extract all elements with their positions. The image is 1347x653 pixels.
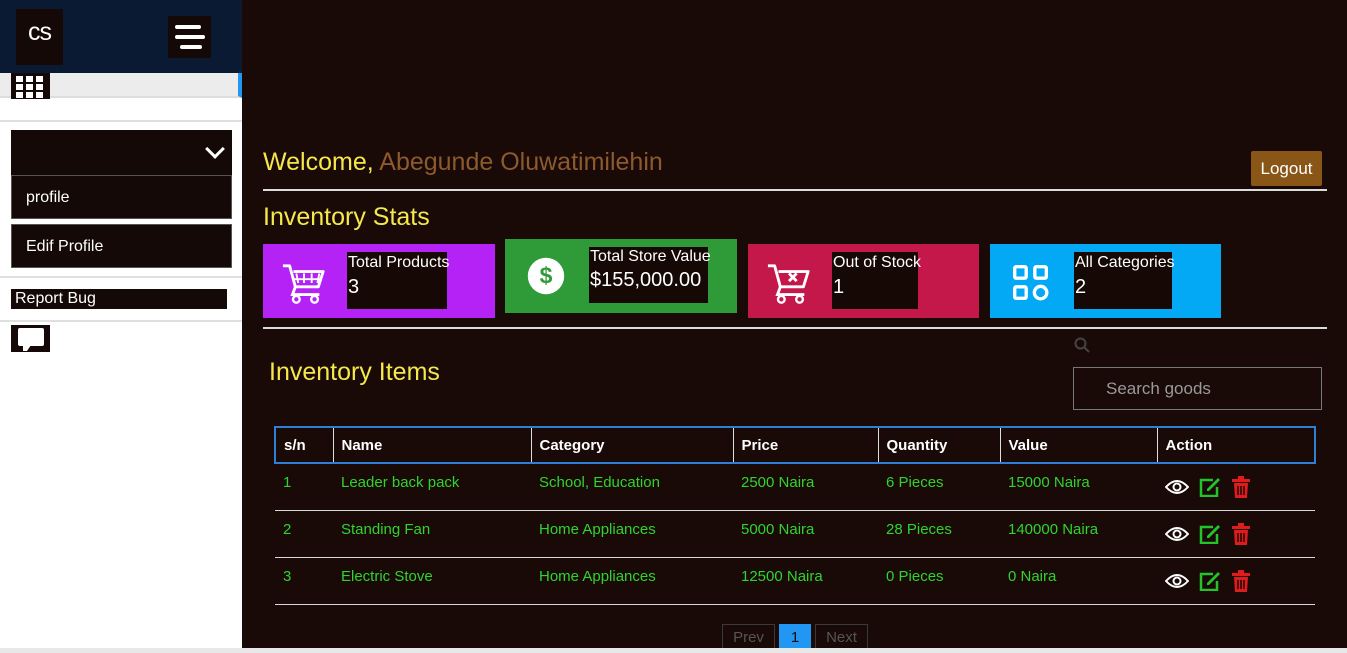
stat-card-out-of-stock: Out of Stock 1 [748,244,979,318]
cell-category: School, Education [539,474,660,491]
report-bug-link[interactable]: Report Bug [11,289,227,309]
cell-action [1157,557,1315,604]
cell-quantity: 6 Pieces [886,474,944,491]
cell-name: Electric Stove [341,567,433,585]
edit-icon[interactable] [1199,524,1221,544]
stat-text: Out of Stock 1 [832,252,922,309]
cell-category: Home Appliances [539,567,656,585]
cell-category: Home Appliances [539,520,656,538]
search-icon [1074,337,1090,353]
stat-text: Total Products 3 [347,252,450,309]
cell-sn: 3 [283,567,292,585]
grid-icon [11,73,50,99]
account-dropdown[interactable] [11,130,232,176]
cell-price: 2500 Naira [741,474,815,491]
dollar-icon: $ [527,257,565,295]
view-eye-icon[interactable] [1165,526,1189,542]
cart-x-icon [767,264,810,304]
hamburger-menu-icon[interactable] [168,16,211,58]
menu-item-label: Edif Profile [26,238,104,255]
cell-value: 0 Naira [1008,567,1057,585]
chevron-down-icon [205,139,225,159]
main-content: Welcome, Abegunde Oluwatimilehin Logout … [242,0,1347,652]
table-row: 1 Leader back pack School, Education 250… [275,463,1315,510]
menu-item-edit-profile[interactable]: Edif Profile [11,224,232,268]
stat-value: $155,000.00 [590,269,702,291]
cell-quantity: 0 Pieces [886,567,944,585]
table-row: 2 Standing Fan Home Appliances 5000 Nair… [275,510,1315,557]
cell-sn: 1 [283,474,292,491]
stat-label: Out of Stock [833,254,922,271]
inventory-title: Inventory Items [269,358,440,386]
view-eye-icon[interactable] [1165,479,1189,495]
menu-item-profile[interactable]: profile [11,175,232,219]
column-header: Price [732,426,879,464]
inventory-table: s/n Name Category Price Quantity Value A… [274,426,1316,605]
chat-icon[interactable] [11,325,50,352]
cell-sn: 2 [283,520,292,538]
table-row: 3 Electric Stove Home Appliances 12500 N… [275,557,1315,604]
divider [263,327,1327,329]
stat-label: Total Store Value [590,248,711,265]
cell-name: Standing Fan [341,520,431,538]
sidebar-divider [0,120,242,122]
cell-action [1157,510,1315,557]
delete-trash-icon[interactable] [1231,569,1251,592]
column-header: Name [332,426,532,464]
cell-price: 12500 Naira [741,567,823,585]
cell-quantity: 28 Pieces [886,520,952,538]
cell-name: Leader back pack [341,474,460,491]
welcome-heading: Welcome, Abegunde Oluwatimilehin [263,148,663,177]
column-header: Category [530,426,734,464]
divider [263,189,1327,191]
logout-button[interactable]: Logout [1251,151,1322,186]
stat-text: Total Store Value $155,000.00 [589,247,711,303]
delete-trash-icon[interactable] [1231,476,1251,498]
stat-card-all-categories: All Categories 2 [990,244,1221,318]
horizontal-scrollbar[interactable] [0,648,1347,653]
edit-icon[interactable] [1199,571,1221,591]
sidebar-divider [0,320,242,322]
stat-value: 3 [348,276,360,298]
edit-icon[interactable] [1199,477,1221,497]
cell-value: 15000 Naira [1008,474,1090,491]
cell-price: 5000 Naira [741,520,815,538]
stat-card-total-store-value: $ Total Store Value $155,000.00 [505,239,737,313]
search-input[interactable] [1073,367,1322,410]
column-header: Value [999,426,1158,464]
sidebar-header: cs [0,0,242,73]
column-header: Quantity [877,426,1001,464]
sidebar: cs profile Edif Profile Report Bug [0,0,242,648]
cell-value: 140000 Naira [1008,520,1099,538]
sidebar-item-dashboard[interactable] [0,73,242,99]
view-eye-icon[interactable] [1165,573,1189,589]
cell-action [1157,463,1315,510]
logo[interactable]: cs [16,9,63,65]
sidebar-divider [0,276,242,278]
categories-icon [1013,265,1049,301]
stat-card-total-products: Total Products 3 [263,244,495,318]
svg-text:$: $ [540,263,553,289]
stat-label: All Categories [1075,254,1175,271]
welcome-label: Welcome, [263,148,374,176]
user-name: Abegunde Oluwatimilehin [379,148,663,176]
menu-item-label: profile [26,189,70,206]
column-header: s/n [274,426,334,464]
stat-label: Total Products [348,254,450,271]
cart-icon [282,264,325,304]
stat-value: 2 [1075,276,1087,298]
column-header: Action [1156,426,1316,464]
stat-value: 1 [833,276,845,298]
stats-title: Inventory Stats [263,203,430,231]
delete-trash-icon[interactable] [1231,522,1251,545]
table-header-row: s/n Name Category Price Quantity Value A… [274,426,1316,464]
stat-text: All Categories 2 [1074,252,1175,309]
